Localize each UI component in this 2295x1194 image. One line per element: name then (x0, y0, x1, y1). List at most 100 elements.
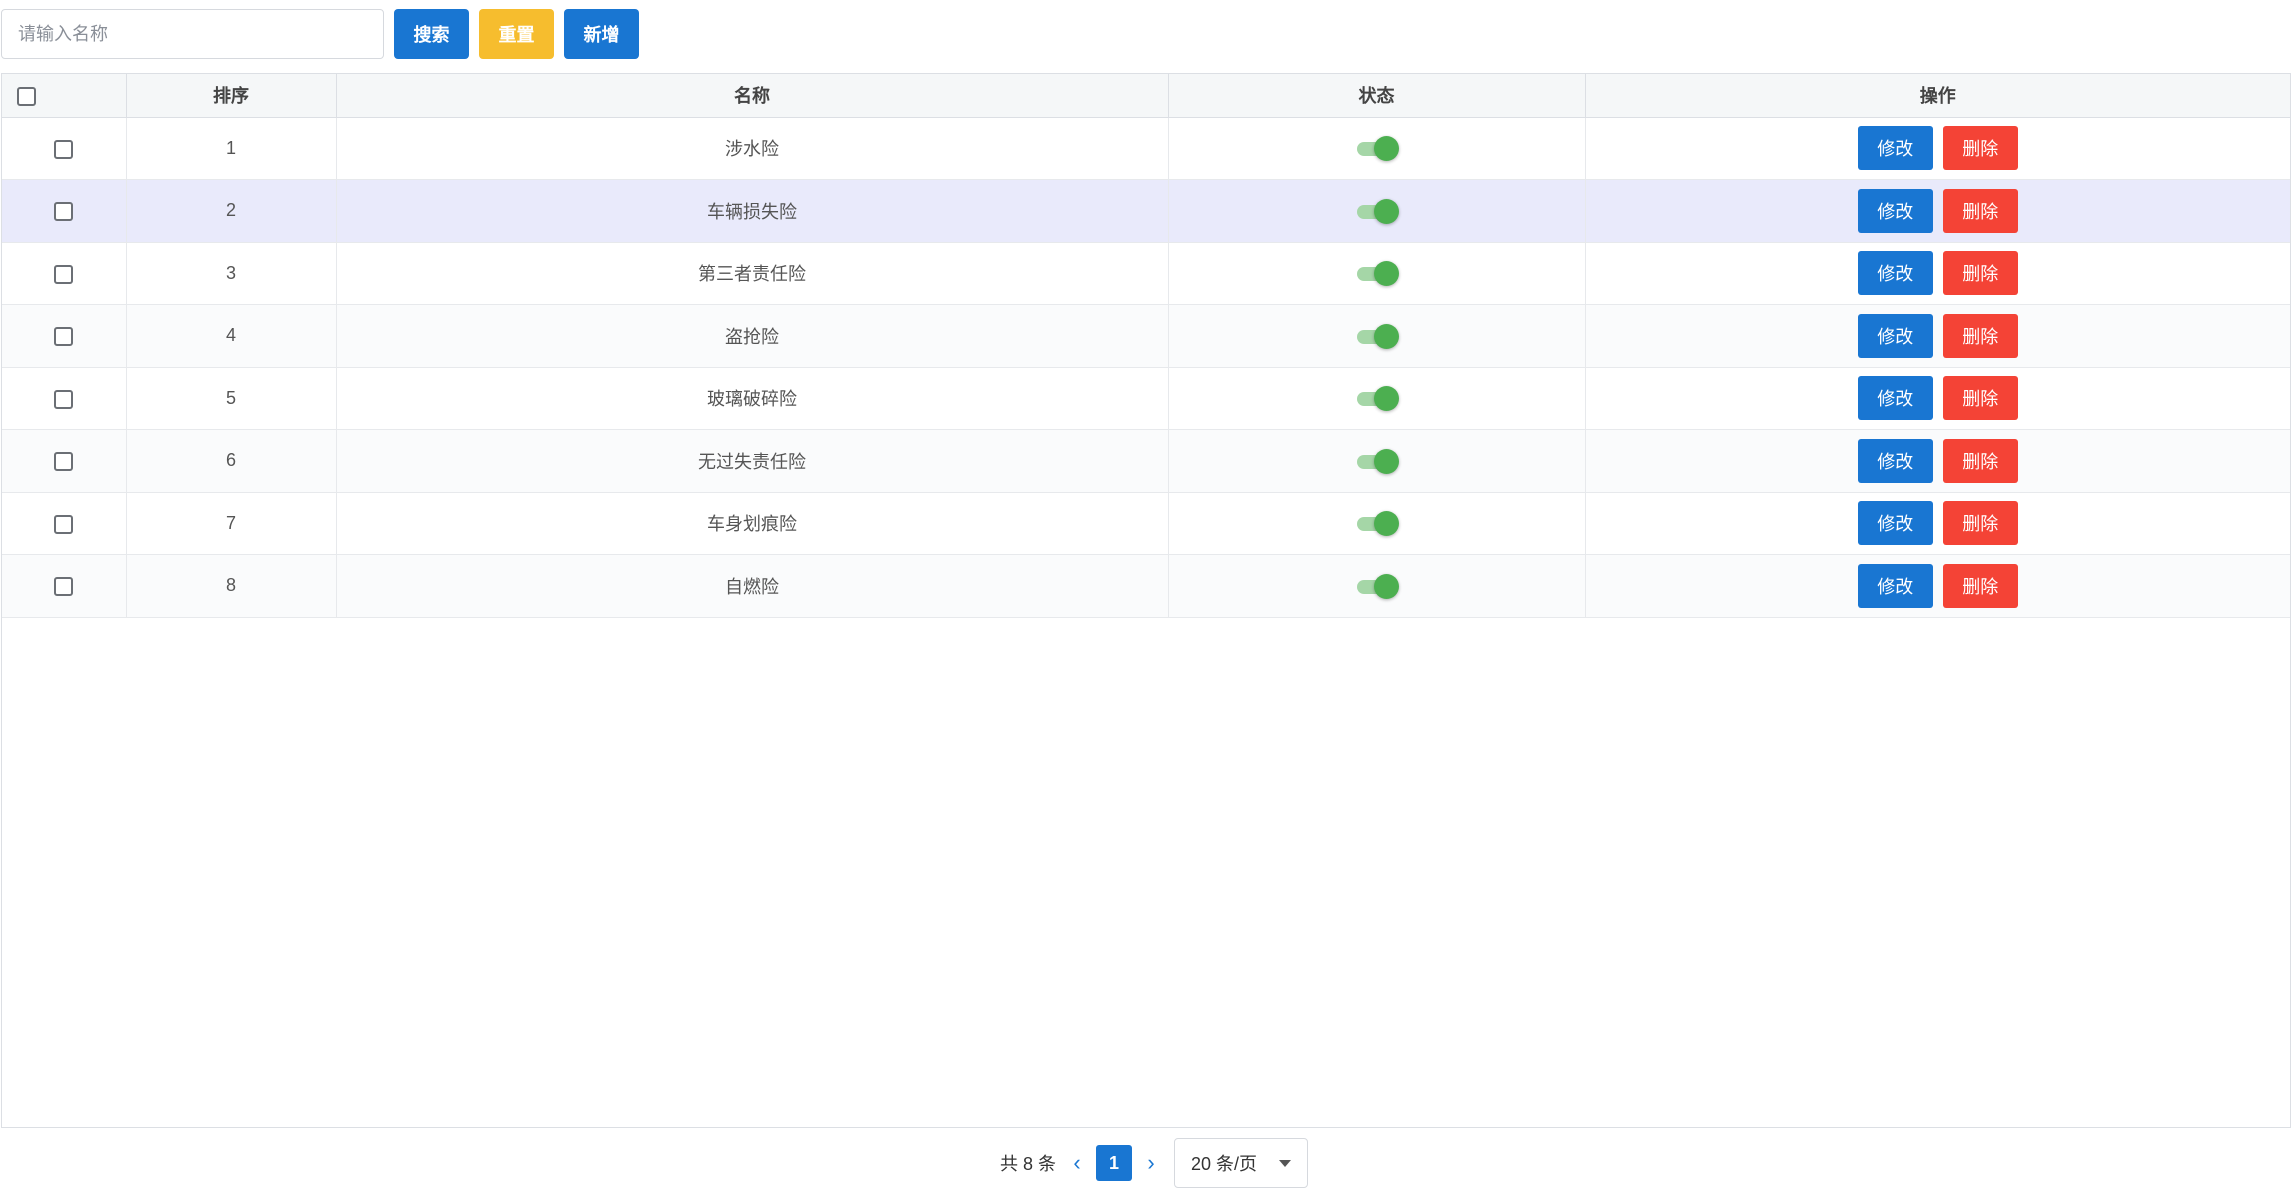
page-size-select[interactable]: 20 条/页 (1174, 1138, 1309, 1188)
header-actions: 操作 (1585, 74, 2290, 118)
row-name: 自燃险 (336, 554, 1169, 618)
row-checkbox[interactable] (54, 389, 74, 409)
status-toggle[interactable] (1355, 573, 1399, 599)
row-action-group: 修改 删除 (1586, 188, 2291, 233)
edit-button[interactable]: 修改 (1857, 313, 1933, 358)
row-select-cell (2, 554, 127, 618)
row-select-cell (2, 179, 127, 243)
chevron-left-icon[interactable]: ‹ (1070, 1150, 1084, 1176)
row-status-cell (1168, 304, 1586, 368)
total-count: 共 8 条 (1000, 1154, 1057, 1174)
header-select-all (2, 74, 127, 118)
header-order[interactable]: 排序 (126, 74, 337, 118)
page-button-current[interactable]: 1 (1096, 1145, 1133, 1181)
toggle-thumb (1373, 511, 1399, 537)
status-toggle[interactable] (1355, 135, 1399, 162)
row-action-group: 修改 删除 (1586, 313, 2291, 358)
status-toggle[interactable] (1355, 260, 1399, 287)
toggle-thumb (1373, 448, 1399, 474)
delete-button[interactable]: 删除 (1942, 501, 2018, 546)
table-body: 1 涉水险 修改 删除 2 车辆损失险 修改 删除 3 第三者责任险 修改 删除 4 盗抢险 修改 删除 5 玻璃… (2, 117, 2291, 618)
row-checkbox[interactable] (54, 577, 74, 596)
row-actions: 修改 删除 (1585, 492, 2290, 555)
row-order: 7 (126, 492, 337, 555)
edit-button[interactable]: 修改 (1857, 501, 1933, 546)
table-row: 6 无过失责任险 修改 删除 (2, 429, 2291, 493)
delete-button[interactable]: 删除 (1942, 188, 2018, 233)
row-select-cell (2, 304, 127, 368)
search-input[interactable] (1, 9, 384, 59)
row-checkbox[interactable] (54, 452, 74, 471)
row-name: 涉水险 (336, 117, 1169, 180)
table-header: 排序 名称 状态 操作 (2, 74, 2290, 118)
row-name: 无过失责任险 (336, 429, 1169, 493)
delete-button[interactable]: 删除 (1942, 251, 2018, 296)
row-order: 1 (126, 117, 337, 180)
edit-button[interactable]: 修改 (1857, 251, 1933, 296)
row-order: 6 (126, 429, 337, 493)
row-status-cell (1168, 554, 1586, 618)
delete-button[interactable]: 删除 (1942, 313, 2018, 358)
row-order: 4 (126, 304, 337, 368)
row-action-group: 修改 删除 (1586, 126, 2291, 171)
row-action-group: 修改 删除 (1586, 376, 2291, 421)
row-checkbox[interactable] (54, 264, 74, 284)
chevron-right-icon[interactable]: › (1144, 1150, 1158, 1176)
status-toggle[interactable] (1355, 510, 1399, 537)
row-action-group: 修改 删除 (1586, 501, 2291, 546)
status-toggle[interactable] (1355, 198, 1399, 224)
row-actions: 修改 删除 (1585, 429, 2291, 493)
table-row: 8 自燃险 修改 删除 (2, 554, 2291, 618)
header-status[interactable]: 状态 (1168, 74, 1586, 118)
edit-button[interactable]: 修改 (1857, 438, 1933, 483)
row-action-group: 修改 删除 (1586, 438, 2291, 483)
table-row: 3 第三者责任险 修改 删除 (2, 242, 2290, 305)
delete-button[interactable]: 删除 (1942, 126, 2018, 171)
toolbar: 搜索 重置 新增 (1, 9, 639, 59)
row-checkbox[interactable] (54, 327, 74, 346)
delete-button[interactable]: 删除 (1942, 376, 2018, 421)
row-select-cell (2, 429, 127, 493)
edit-button[interactable]: 修改 (1857, 563, 1933, 608)
row-status-cell (1168, 179, 1586, 243)
header-name[interactable]: 名称 (336, 74, 1169, 118)
select-all-checkbox[interactable] (17, 86, 36, 106)
row-checkbox[interactable] (54, 139, 74, 159)
pagination: 共 8 条 ‹ 1 › 20 条/页 (1000, 1138, 1309, 1188)
row-order: 3 (126, 242, 337, 305)
status-toggle[interactable] (1355, 448, 1399, 474)
row-name: 车身划痕险 (336, 492, 1169, 555)
status-toggle[interactable] (1355, 323, 1399, 349)
row-checkbox[interactable] (54, 202, 74, 221)
row-order: 8 (126, 554, 337, 618)
page-size-value: 20 条/页 (1191, 1154, 1258, 1174)
add-button[interactable]: 新增 (564, 9, 639, 59)
row-actions: 修改 删除 (1585, 304, 2291, 368)
row-actions: 修改 删除 (1585, 367, 2290, 430)
toggle-thumb (1373, 261, 1399, 287)
toggle-thumb (1373, 136, 1399, 162)
table-row: 5 玻璃破碎险 修改 删除 (2, 367, 2290, 430)
row-status-cell (1168, 429, 1586, 493)
row-action-group: 修改 删除 (1586, 563, 2291, 608)
row-name: 第三者责任险 (336, 242, 1169, 305)
toggle-thumb (1373, 573, 1399, 599)
row-actions: 修改 删除 (1585, 117, 2290, 180)
delete-button[interactable]: 删除 (1942, 438, 2018, 483)
search-button[interactable]: 搜索 (394, 9, 469, 59)
row-checkbox[interactable] (54, 514, 74, 534)
delete-button[interactable]: 删除 (1942, 563, 2018, 608)
edit-button[interactable]: 修改 (1857, 376, 1933, 421)
row-order: 2 (126, 179, 337, 243)
row-status-cell (1168, 367, 1586, 430)
data-table: 排序 名称 状态 操作 1 涉水险 修改 删除 2 车辆损失险 修改 删除 3 第三者责任险 修改删… (1, 73, 2291, 1128)
edit-button[interactable]: 修改 (1857, 188, 1933, 233)
row-select-cell (2, 367, 127, 430)
table-row: 4 盗抢险 修改 删除 (2, 304, 2291, 368)
reset-button[interactable]: 重置 (479, 9, 554, 59)
status-toggle[interactable] (1355, 385, 1399, 412)
edit-button[interactable]: 修改 (1857, 126, 1933, 171)
toggle-thumb (1373, 198, 1399, 224)
toggle-thumb (1373, 323, 1399, 349)
row-select-cell (2, 117, 127, 180)
